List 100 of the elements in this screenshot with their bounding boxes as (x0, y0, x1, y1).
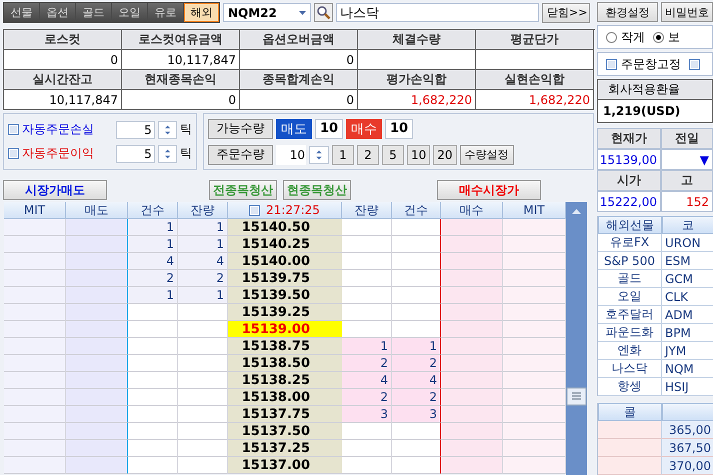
futures-code-cell[interactable]: CLK (662, 288, 713, 306)
mit-cell[interactable] (503, 355, 566, 372)
sell-order-cell[interactable] (66, 321, 128, 338)
buy-order-cell[interactable] (441, 253, 503, 270)
mit-cell[interactable] (4, 406, 66, 423)
mit-cell[interactable] (503, 270, 566, 287)
call-cell[interactable] (598, 421, 662, 439)
call-cell[interactable] (598, 439, 662, 457)
available-qty-button[interactable]: 가능수량 (208, 118, 273, 138)
qty-preset-button[interactable]: 5 (382, 144, 404, 164)
sell-order-cell[interactable] (66, 287, 128, 304)
spinner-arrows-icon[interactable] (158, 120, 177, 138)
symbol-name-field[interactable]: 나스닥 (336, 3, 539, 22)
mit-cell[interactable] (503, 321, 566, 338)
mit-cell[interactable] (4, 304, 66, 321)
buy-order-cell[interactable] (441, 321, 503, 338)
mit-cell[interactable] (4, 287, 66, 304)
market-tab[interactable]: 해외 (184, 3, 219, 22)
futures-code-cell[interactable]: NQM (662, 360, 713, 378)
mit-cell[interactable] (503, 338, 566, 355)
radio-button[interactable] (653, 32, 664, 42)
settings-button[interactable]: 환경설정 (597, 2, 658, 22)
futures-name-cell[interactable]: 항셍 (598, 378, 662, 396)
sell-order-cell[interactable] (66, 389, 128, 406)
sell-order-cell[interactable] (66, 219, 128, 236)
qty-preset-button[interactable]: 20 (433, 144, 457, 164)
qty-preset-button[interactable]: 1 (332, 144, 354, 164)
sell-order-cell[interactable] (66, 270, 128, 287)
sell-order-cell[interactable] (66, 406, 128, 423)
radio-button[interactable] (606, 32, 617, 42)
sell-order-cell[interactable] (66, 372, 128, 389)
buy-order-cell[interactable] (441, 236, 503, 253)
mit-cell[interactable] (4, 338, 66, 355)
mit-cell[interactable] (4, 372, 66, 389)
buy-order-cell[interactable] (441, 270, 503, 287)
mit-cell[interactable] (503, 219, 566, 236)
futures-code-cell[interactable]: ESM (662, 252, 713, 270)
symbol-dropdown[interactable]: NQM22 (223, 3, 311, 22)
futures-name-cell[interactable]: 호주달러 (598, 306, 662, 324)
market-order-button[interactable]: 시장가매도 (3, 180, 107, 200)
buy-order-cell[interactable] (441, 338, 503, 355)
scrollbar[interactable] (566, 202, 587, 475)
market-order-button[interactable]: 매수시장가 (437, 180, 541, 200)
mit-cell[interactable] (4, 321, 66, 338)
futures-name-cell[interactable]: 오일 (598, 288, 662, 306)
qty-preset-button[interactable]: 10 (407, 144, 430, 164)
sell-order-cell[interactable] (66, 304, 128, 321)
tick-field[interactable]: 5 (116, 120, 155, 138)
buy-order-cell[interactable] (441, 372, 503, 389)
mit-cell[interactable] (4, 270, 66, 287)
buy-order-cell[interactable] (441, 355, 503, 372)
futures-name-cell[interactable]: 엔화 (598, 342, 662, 360)
mit-cell[interactable] (503, 253, 566, 270)
buy-order-cell[interactable] (441, 287, 503, 304)
futures-code-cell[interactable]: BPM (662, 324, 713, 342)
mit-cell[interactable] (4, 236, 66, 253)
call-cell[interactable] (598, 457, 662, 475)
mit-cell[interactable] (503, 304, 566, 321)
checkbox[interactable] (606, 58, 617, 70)
futures-name-cell[interactable]: S&P 500 (598, 252, 662, 270)
mit-cell[interactable] (503, 372, 566, 389)
futures-code-cell[interactable]: ADM (662, 306, 713, 324)
buy-order-cell[interactable] (441, 406, 503, 423)
mit-cell[interactable] (503, 457, 566, 474)
buy-order-cell[interactable] (441, 423, 503, 440)
mit-cell[interactable] (4, 355, 66, 372)
mit-cell[interactable] (4, 253, 66, 270)
futures-name-cell[interactable]: 유로FX (598, 234, 662, 252)
mit-cell[interactable] (503, 440, 566, 457)
buy-order-cell[interactable] (441, 219, 503, 236)
futures-name-cell[interactable]: 파운드화 (598, 324, 662, 342)
search-button[interactable] (314, 3, 333, 22)
buy-order-cell[interactable] (441, 440, 503, 457)
tick-field[interactable]: 5 (116, 144, 155, 162)
mit-cell[interactable] (4, 423, 66, 440)
mit-cell[interactable] (503, 423, 566, 440)
sell-order-cell[interactable] (66, 338, 128, 355)
sell-order-cell[interactable] (66, 355, 128, 372)
checkbox[interactable] (8, 124, 19, 135)
mit-cell[interactable] (4, 440, 66, 457)
buy-order-cell[interactable] (441, 304, 503, 321)
password-button[interactable]: 비밀번호 (661, 2, 713, 22)
mit-cell[interactable] (503, 389, 566, 406)
spinner-arrows-icon[interactable] (309, 146, 329, 164)
buy-order-cell[interactable] (441, 457, 503, 474)
sell-order-cell[interactable] (66, 236, 128, 253)
collapse-button[interactable]: 닫힘>> (542, 2, 590, 22)
futures-name-cell[interactable]: 골드 (598, 270, 662, 288)
order-qty-field[interactable]: 10 (276, 144, 306, 164)
sell-order-cell[interactable] (66, 253, 128, 270)
futures-name-cell[interactable]: 나스닥 (598, 360, 662, 378)
mit-cell[interactable] (503, 287, 566, 304)
mit-cell[interactable] (4, 457, 66, 474)
spinner-arrows-icon[interactable] (158, 144, 177, 162)
mit-cell[interactable] (503, 236, 566, 253)
sell-order-cell[interactable] (66, 457, 128, 474)
checkbox[interactable] (689, 58, 700, 70)
futures-code-cell[interactable]: URON (662, 234, 713, 252)
qty-settings-button[interactable]: 수량설정 (460, 144, 514, 164)
qty-preset-button[interactable]: 2 (357, 144, 379, 164)
